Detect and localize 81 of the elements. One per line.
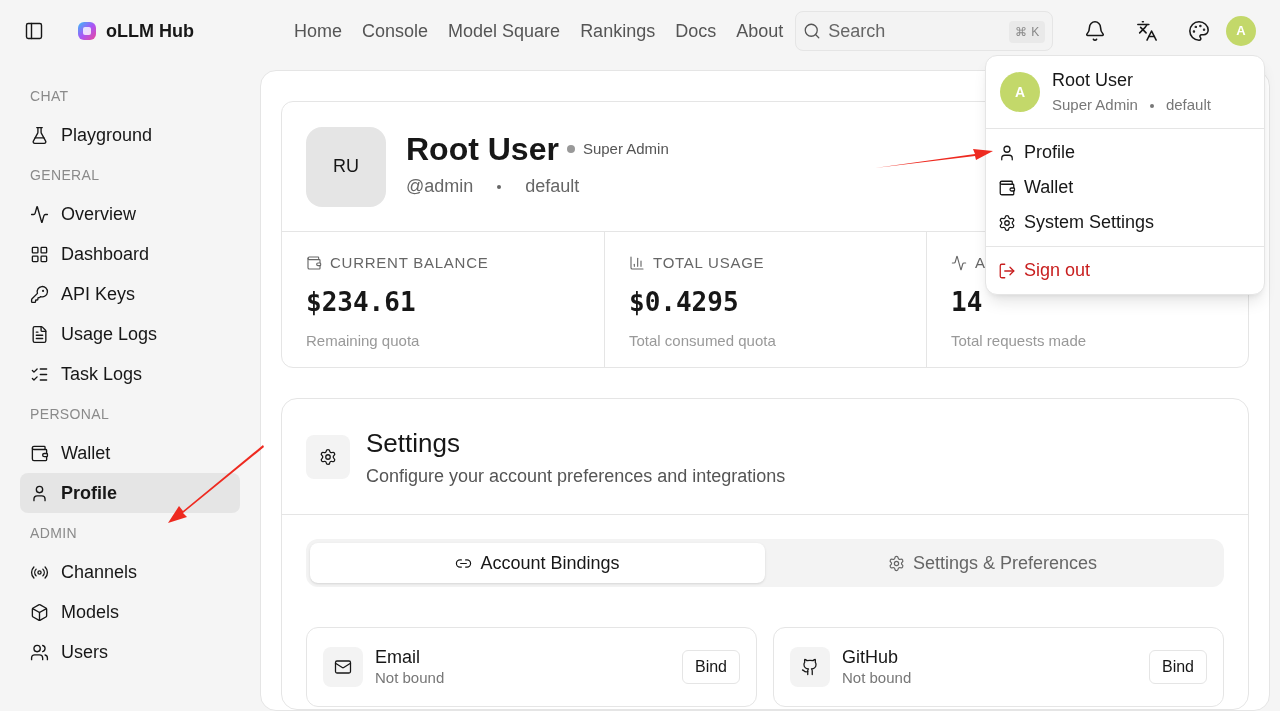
document-icon (30, 324, 49, 344)
sidebar-item[interactable]: Dashboard (20, 234, 240, 274)
logout-icon (998, 261, 1016, 280)
sidebar-item[interactable]: Users (20, 632, 240, 672)
stat-caption: Total requests made (951, 330, 1088, 351)
nav-link[interactable]: Console (362, 17, 429, 45)
sidebar-toggle-icon[interactable] (24, 21, 44, 41)
nav-link[interactable]: Docs (675, 17, 717, 45)
key-icon (30, 284, 49, 304)
binding-status: Not bound (375, 668, 446, 688)
logo-icon (76, 20, 98, 42)
menu-user-role: Super Admin (1052, 95, 1138, 116)
sidebar-item[interactable]: Usage Logs (20, 314, 240, 354)
stat-label: CURRENT BALANCE (330, 253, 489, 273)
sidebar-item[interactable]: Playground (20, 115, 240, 155)
nav-link[interactable]: Model Square (448, 17, 561, 45)
stat-caption: Total consumed quota (629, 330, 777, 351)
user-name: Root User (406, 133, 559, 165)
avatar: A (1000, 72, 1040, 112)
keyboard-shortcut: ⌘ K (1009, 21, 1046, 43)
sidebar-item[interactable]: Channels (20, 552, 240, 592)
menu-user-name: Root User (1052, 69, 1135, 93)
tab[interactable]: Settings & Preferences (765, 543, 1220, 583)
sidebar-item[interactable]: Overview (20, 194, 240, 234)
translate-icon[interactable] (1136, 20, 1158, 42)
mail-icon (334, 658, 352, 676)
section-subtitle: Configure your account preferences and integrations (366, 464, 786, 488)
palette-icon[interactable] (1188, 20, 1210, 42)
stat-value: 14 (951, 285, 984, 319)
stat-value: $0.4295 (629, 285, 740, 319)
bar-chart-icon (629, 255, 645, 272)
cube-icon (30, 602, 49, 622)
sidebar-item[interactable]: Task Logs (20, 354, 240, 394)
sidebar-item[interactable]: Models (20, 592, 240, 632)
binding-name: GitHub (842, 646, 900, 669)
menu-item[interactable]: System Settings (986, 205, 1264, 240)
sidebar-item[interactable]: Wallet (20, 433, 240, 473)
binding-status: Not bound (842, 668, 913, 688)
menu-user-group: default (1165, 94, 1211, 117)
bind-button[interactable]: Bind (1148, 650, 1207, 684)
section-heading: GENERAL (29, 166, 101, 185)
binding-name: Email (375, 646, 421, 669)
tab[interactable]: Account Bindings (310, 543, 765, 583)
user-group: default (525, 173, 580, 200)
menu-item[interactable]: Sign out (986, 253, 1264, 288)
wallet-icon (998, 178, 1016, 197)
flask-icon (30, 125, 49, 145)
menu-item[interactable]: Wallet (986, 170, 1264, 205)
wallet-icon (30, 443, 49, 463)
grid-icon (30, 244, 49, 264)
section-heading: CHAT (29, 87, 70, 106)
pulse-icon (30, 204, 49, 224)
section-title: Settings (366, 426, 461, 460)
settings-icon (998, 213, 1016, 232)
stat-label: TOTAL USAGE (653, 253, 765, 273)
stat-caption: Remaining quota (306, 330, 421, 351)
search-icon (803, 22, 822, 40)
nav-link[interactable]: About (736, 17, 784, 45)
wallet-icon (306, 255, 322, 272)
github-icon (801, 658, 819, 676)
user-icon (998, 143, 1016, 162)
sidebar-item[interactable]: API Keys (20, 274, 240, 314)
brand-name: oLLM Hub (106, 19, 194, 43)
section-heading: ADMIN (29, 524, 78, 543)
nav-link[interactable]: Home (294, 17, 342, 45)
avatar: RU (306, 126, 386, 207)
section-heading: PERSONAL (29, 405, 111, 424)
bind-button[interactable]: Bind (681, 650, 740, 684)
settings-icon (319, 447, 337, 466)
user-role: Super Admin (582, 138, 669, 159)
settings-icon (887, 554, 905, 572)
nav-link[interactable]: Rankings (580, 17, 656, 45)
user-icon (30, 483, 49, 503)
sidebar-item[interactable]: Profile (20, 473, 240, 513)
stat-label: A (975, 253, 986, 273)
stat-value: $234.61 (306, 285, 417, 319)
username: @admin (406, 175, 474, 198)
users-icon (30, 642, 49, 662)
menu-item[interactable]: Profile (986, 135, 1264, 170)
pulse-icon (951, 255, 967, 272)
notification-icon[interactable] (1084, 20, 1106, 42)
